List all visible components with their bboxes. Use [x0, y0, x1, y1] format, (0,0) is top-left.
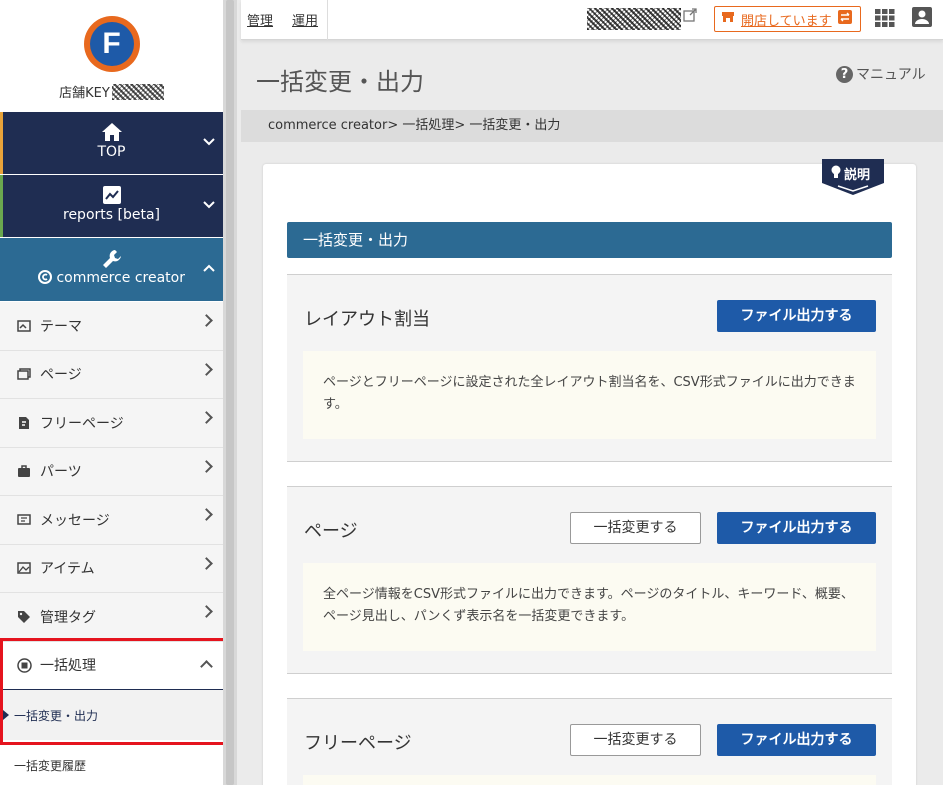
- user-icon[interactable]: [912, 7, 932, 31]
- block-description: [303, 775, 876, 785]
- brand: F 店舗KEY: [0, 0, 223, 112]
- parts-icon: [16, 463, 32, 479]
- breadcrumb: commerce creator> 一括処理> 一括変更・出力: [241, 110, 943, 142]
- chevron-right-icon: [200, 556, 213, 570]
- sidebar-item-label: メッセージ: [40, 512, 110, 529]
- bulb-icon: [831, 165, 841, 183]
- free-page-icon: [16, 415, 32, 431]
- block-title: フリーページ: [304, 733, 412, 754]
- sidebar-item-label: パーツ: [40, 464, 82, 481]
- sidebar-item-tag[interactable]: 管理タグ: [0, 593, 223, 642]
- sidebar-subitem-bulk-history[interactable]: 一括変更履歴: [0, 740, 223, 785]
- topbar: 管理 運用 開店しています: [241, 0, 943, 40]
- chevron-right-icon: [200, 314, 213, 327]
- shop-name-redacted[interactable]: [587, 8, 681, 30]
- chart-icon: [0, 175, 223, 207]
- store-key-label: 店舗KEY: [59, 86, 110, 101]
- export-file-button[interactable]: ファイル出力する: [717, 512, 876, 544]
- manage-link[interactable]: 管理: [247, 10, 273, 29]
- external-link-icon[interactable]: [683, 8, 697, 26]
- store-key: 店舗KEY: [0, 82, 223, 101]
- section-title: 一括変更・出力: [287, 222, 892, 258]
- manual-link[interactable]: ? マニュアル: [836, 64, 926, 84]
- chevron-down-icon: [203, 134, 215, 150]
- sidebar-subitem-bulk-export[interactable]: 一括変更・出力: [0, 690, 223, 740]
- sidebar-item-label: 管理タグ: [40, 609, 96, 626]
- chevron-right-icon: [200, 605, 213, 618]
- theme-icon: [16, 318, 32, 334]
- block-layout-assign: レイアウト割当 ファイル出力する ページとフリーページに設定された全レイアウト割…: [287, 274, 892, 462]
- current-indicator-icon: [3, 710, 9, 720]
- item-icon: [16, 560, 32, 576]
- nav-reports-label: reports [beta]: [63, 207, 160, 223]
- export-file-button[interactable]: ファイル出力する: [717, 300, 876, 332]
- explain-button[interactable]: 説明: [820, 159, 886, 197]
- sidebar-item-theme[interactable]: テーマ: [0, 302, 223, 351]
- sidebar-item-message[interactable]: メッセージ: [0, 496, 223, 545]
- block-description: ページとフリーページに設定された全レイアウト割当名を、CSV形式ファイルに出力で…: [303, 351, 876, 439]
- operate-link[interactable]: 運用: [292, 10, 318, 29]
- tag-icon: [16, 609, 32, 625]
- nav-top-label: TOP: [97, 144, 126, 160]
- logo[interactable]: F: [83, 16, 140, 72]
- help-icon: ?: [836, 65, 853, 83]
- chevron-right-icon: [200, 508, 213, 521]
- message-icon: [16, 512, 32, 528]
- sidebar-subitem-label: 一括変更・出力: [14, 708, 99, 723]
- chevron-up-icon: [203, 260, 215, 276]
- cc-logo-icon: [38, 270, 56, 286]
- manual-label: マニュアル: [856, 67, 926, 83]
- toggle-icon: [837, 10, 852, 28]
- sidebar-item-page[interactable]: ページ: [0, 350, 223, 399]
- sidebar: F 店舗KEY TOP reports [beta] commerce crea…: [0, 0, 223, 785]
- block-free-page: フリーページ 一括変更する ファイル出力する: [287, 698, 892, 785]
- bulk-change-button[interactable]: 一括変更する: [570, 512, 701, 544]
- wrench-icon: [0, 238, 223, 270]
- sidebar-item-batch[interactable]: 一括処理: [0, 641, 223, 690]
- chevron-right-icon: [200, 411, 213, 424]
- chevron-right-icon: [200, 459, 213, 473]
- sidebar-item-label: アイテム: [40, 561, 95, 578]
- nav-reports[interactable]: reports [beta]: [0, 175, 223, 238]
- nav-commerce-creator-label: commerce creator: [56, 270, 185, 286]
- chevron-right-icon: [200, 362, 213, 376]
- sidebar-subitem-label: 一括変更履歴: [14, 758, 87, 773]
- batch-icon: [16, 657, 32, 673]
- block-page: ページ 一括変更する ファイル出力する 全ページ情報をCSV形式ファイルに出力で…: [287, 486, 892, 674]
- sidebar-item-label: フリーページ: [40, 415, 124, 432]
- store-key-value-redacted: [111, 83, 164, 100]
- store-open-button[interactable]: 開店しています: [714, 6, 861, 32]
- apps-grid-icon[interactable]: [875, 9, 895, 31]
- nav-commerce-creator[interactable]: commerce creator: [0, 238, 223, 302]
- page-title: 一括変更・出力: [256, 68, 424, 96]
- sidebar-item-label: 一括処理: [40, 658, 96, 675]
- block-title: ページ: [304, 521, 358, 542]
- store-icon: [721, 11, 735, 27]
- sidebar-item-label: ページ: [40, 367, 82, 384]
- sidebar-item-item[interactable]: アイテム: [0, 544, 223, 593]
- page-icon: [16, 366, 32, 382]
- bulk-change-button[interactable]: 一括変更する: [570, 724, 701, 756]
- home-icon: [0, 112, 223, 144]
- export-file-button[interactable]: ファイル出力する: [717, 724, 876, 756]
- block-title: レイアウト割当: [304, 309, 430, 330]
- explain-label: 説明: [844, 168, 871, 183]
- chevron-up-icon: [200, 659, 213, 673]
- chevron-down-icon: [203, 197, 215, 213]
- block-description: 全ページ情報をCSV形式ファイルに出力できます。ページのタイトル、キーワード、概…: [303, 563, 876, 651]
- store-open-label: 開店しています: [741, 13, 832, 29]
- sidebar-item-label: テーマ: [40, 318, 82, 335]
- sidebar-scrollbar[interactable]: [223, 0, 237, 785]
- nav-top[interactable]: TOP: [0, 112, 223, 175]
- sidebar-item-free-page[interactable]: フリーページ: [0, 399, 223, 448]
- sidebar-item-parts[interactable]: パーツ: [0, 447, 223, 496]
